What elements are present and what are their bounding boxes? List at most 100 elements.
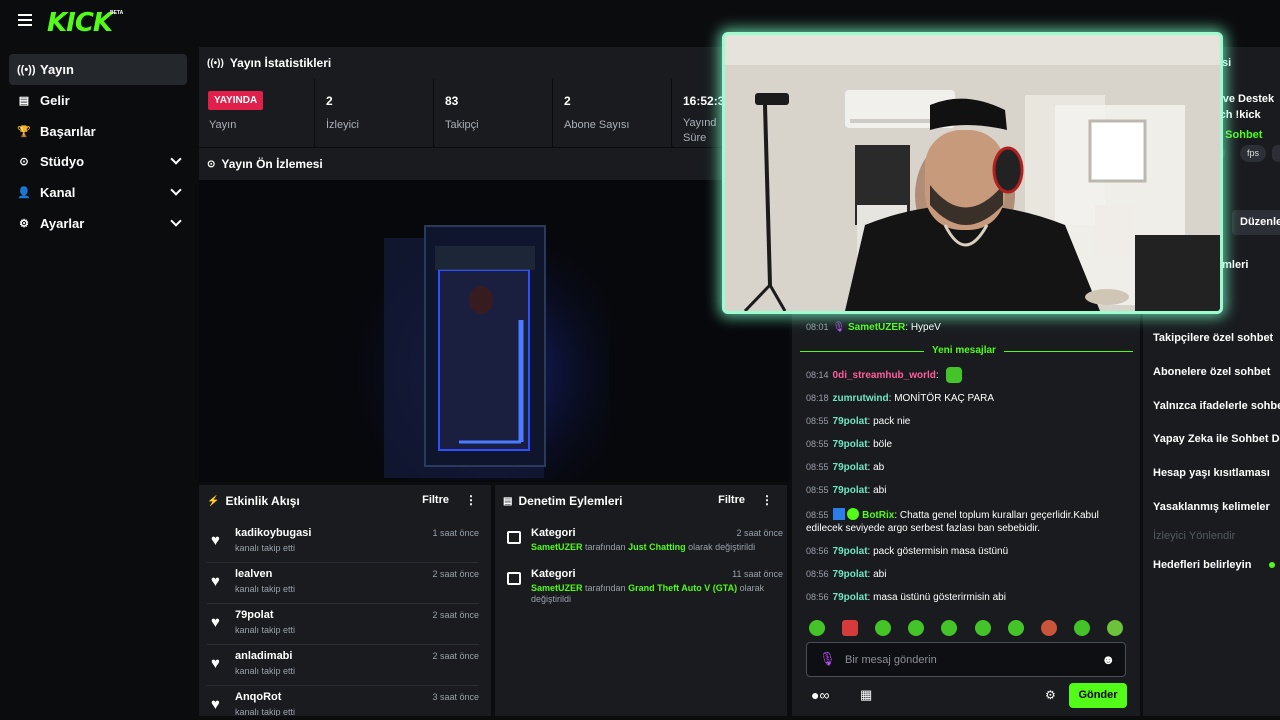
event-description: kanalı takip etti xyxy=(235,625,296,635)
setting-viewer-redirect: İzleyici Yönlendir xyxy=(1153,530,1236,542)
event-time: 2 saat önce xyxy=(432,610,479,620)
moderation-description: SametUZER tarafından Just Chatting olara… xyxy=(531,542,756,552)
sidebar-item-gelir[interactable]: ▤ Gelir xyxy=(9,85,187,116)
stat-label: Yayınd xyxy=(683,117,717,129)
send-button[interactable]: Gönder xyxy=(1069,683,1127,708)
chat-message[interactable]: 08:18 zumrutwind: MONİTÖR KAÇ PARA xyxy=(806,393,994,404)
channel-icon: 👤 xyxy=(17,187,31,199)
store-icon[interactable]: ▦ xyxy=(860,687,872,703)
activity-row[interactable]: ♥ lealven kanalı takip etti 2 saat önce xyxy=(207,563,479,604)
settings-title-fragment: si xyxy=(1222,57,1232,69)
setting-emotes-only[interactable]: Yalnızca ifadelerle sohbet xyxy=(1153,400,1280,412)
emote-icon[interactable] xyxy=(1074,620,1090,636)
gear-icon[interactable]: ⚙ xyxy=(1045,688,1056,702)
moderation-action-title: Kategori xyxy=(531,568,576,580)
points-icon[interactable]: ●∞ xyxy=(811,687,829,703)
heart-icon: ♥ xyxy=(211,655,220,672)
chat-input-placeholder[interactable]: Bir mesaj gönderin xyxy=(845,654,937,666)
event-description: kanalı takip etti xyxy=(235,666,296,676)
stat-value: 2 xyxy=(564,94,571,108)
chat-message[interactable]: 08:56 79polat: masa üstünü gösterirmisin … xyxy=(806,592,1006,603)
chat-message[interactable]: 08:01 🎙 SametUZER: HypeV xyxy=(806,322,941,333)
chat-message[interactable]: 08:55 79polat: ab xyxy=(806,462,884,473)
tag-chip[interactable] xyxy=(1272,145,1280,162)
chevron-down-icon xyxy=(170,153,182,165)
stats-title: Yayın İstatistikleri xyxy=(229,56,332,70)
stat-value: 2 xyxy=(326,94,333,108)
emote-icon[interactable] xyxy=(842,620,858,636)
activity-row[interactable]: ♥ kadikoybugasi kanalı takip etti 1 saat… xyxy=(207,522,479,563)
moderation-row[interactable]: Kategori 2 saat önce SametUZER tarafında… xyxy=(503,522,783,562)
emote-icon[interactable] xyxy=(975,620,991,636)
gear-icon: ⚙ xyxy=(19,218,29,230)
moderation-time: 2 saat önce xyxy=(736,528,783,538)
studio-icon: ⊙ xyxy=(19,156,29,168)
event-username: AnqoRot xyxy=(235,691,282,703)
kick-logo[interactable]: KICK xyxy=(47,8,113,38)
stat-subscribers: 2 Abone Sayısı xyxy=(554,79,672,147)
chat-input-box[interactable]: 🎙 Bir mesaj gönderin ☻ xyxy=(806,642,1126,677)
event-time: 2 saat önce xyxy=(432,651,479,661)
activity-row[interactable]: ♥ anladimabi kanalı takip etti 2 saat ön… xyxy=(207,645,479,686)
chat-message[interactable]: 08:14 0di_streamhub_world: xyxy=(806,367,962,383)
chat-message[interactable]: 08:55 79polat: abi xyxy=(806,485,886,496)
beta-badge: BETA xyxy=(110,10,124,16)
emote-icon[interactable] xyxy=(941,620,957,636)
setting-followers-only[interactable]: Takipçilere özel sohbet xyxy=(1153,332,1273,344)
activity-row[interactable]: ♥ 79polat kanalı takip etti 2 saat önce xyxy=(207,604,479,645)
setting-subscribers-only[interactable]: Abonelere özel sohbet xyxy=(1153,366,1270,378)
preview-frame xyxy=(349,210,609,480)
stream-preview-video[interactable] xyxy=(199,180,789,482)
status-dot xyxy=(1269,562,1275,568)
moderation-row[interactable]: Kategori 11 saat önce SametUZER tarafınd… xyxy=(503,563,783,604)
emote-icon[interactable] xyxy=(1041,620,1057,636)
emoji-icon[interactable]: ☻ xyxy=(1101,652,1115,667)
sidebar-item-basarilar[interactable]: 🏆 Başarılar xyxy=(9,116,187,147)
emote-icon[interactable] xyxy=(809,620,825,636)
tag-chip[interactable]: fps xyxy=(1240,145,1267,162)
chat-message[interactable]: 08:56 79polat: abi xyxy=(806,569,886,580)
preview-header: ⊙ Yayın Ön İzlemesi xyxy=(199,148,789,180)
chat-message[interactable]: 08:56 79polat: pack göstermisin masa üstü… xyxy=(806,546,1008,557)
setting-account-age[interactable]: Hesap yaşı kısıtlaması xyxy=(1153,467,1270,479)
chat-message[interactable]: 08:55 79polat: böle xyxy=(806,439,892,450)
activity-feed-panel: ⚡ Etkinlik Akışı Filtre ⋮ ♥ kadikoybugas… xyxy=(199,485,491,716)
revenue-icon: ▤ xyxy=(18,95,30,107)
live-badge: YAYINDA xyxy=(208,91,264,110)
event-time: 3 saat önce xyxy=(432,692,479,702)
setting-goals[interactable]: Hedefleri belirleyin xyxy=(1153,559,1251,571)
moderation-description: SametUZER tarafından Grand Theft Auto V … xyxy=(531,583,765,604)
sidebar-item-yayin[interactable]: ((•)) Yayın xyxy=(9,54,187,85)
more-icon[interactable]: ⋮ xyxy=(761,493,773,507)
emote-icon[interactable] xyxy=(1107,620,1123,636)
category-icon xyxy=(507,531,521,544)
moderation-filter-button[interactable]: Filtre xyxy=(718,494,745,506)
setting-banned-words[interactable]: Yasaklanmış kelimeler xyxy=(1153,501,1270,513)
event-username: kadikoybugasi xyxy=(235,527,312,539)
sidebar-item-label: Ayarlar xyxy=(40,216,85,231)
chevron-down-icon xyxy=(170,184,182,196)
edit-button[interactable]: Düzenle xyxy=(1232,210,1280,235)
emote-icon[interactable] xyxy=(875,620,891,636)
webcam-feed xyxy=(725,35,1220,311)
chat-message[interactable]: 08:55 BotRix: Chatta genel toplum kurall… xyxy=(806,508,1099,521)
sidebar-item-label: Gelir xyxy=(40,93,70,108)
event-time: 2 saat önce xyxy=(432,569,479,579)
webcam-overlay xyxy=(722,32,1223,314)
activity-filter-button[interactable]: Filtre xyxy=(422,494,449,506)
microphone-icon[interactable]: 🎙 xyxy=(819,651,836,667)
more-icon[interactable]: ⋮ xyxy=(465,493,477,507)
stream-preview-panel: ⊙ Yayın Ön İzlemesi xyxy=(199,148,789,482)
activity-row[interactable]: ♥ AnqoRot kanalı takip etti 3 saat önce xyxy=(207,686,479,716)
emote-icon[interactable] xyxy=(1008,620,1024,636)
bot-badge-icon xyxy=(832,508,845,520)
sidebar-item-studyo[interactable]: ⊙ Stüdyo xyxy=(9,146,187,177)
menu-icon[interactable] xyxy=(18,14,32,26)
sidebar-item-ayarlar[interactable]: ⚙ Ayarlar xyxy=(9,208,187,239)
sidebar-item-kanal[interactable]: 👤 Kanal xyxy=(9,177,187,208)
emote-icon[interactable] xyxy=(908,620,924,636)
chat-message[interactable]: 08:55 79polat: pack nie xyxy=(806,416,910,427)
setting-ai-moderation[interactable]: Yapay Zeka ile Sohbet De xyxy=(1153,433,1280,445)
sidebar-item-label: Yayın xyxy=(40,62,74,77)
settings-text-fragment: t ve Destek xyxy=(1216,93,1275,105)
